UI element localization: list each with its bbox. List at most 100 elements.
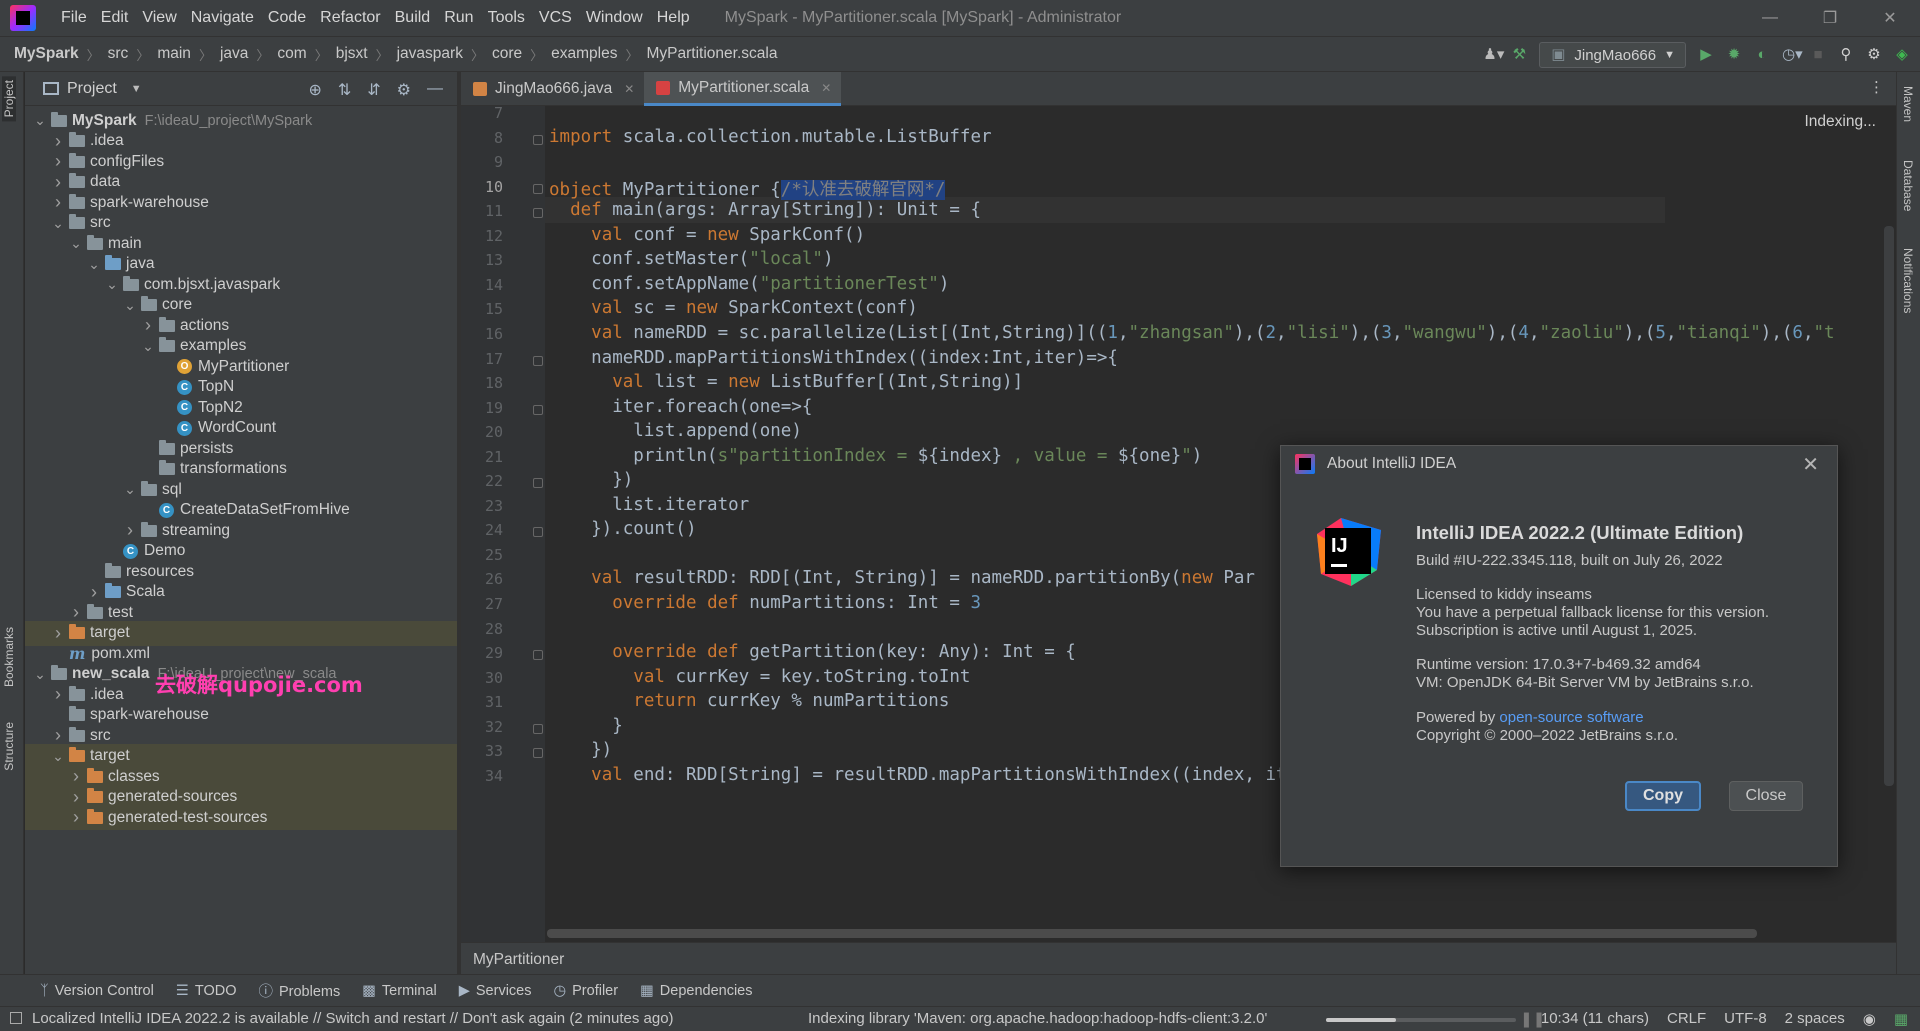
run-icon[interactable]: ▶: [1698, 47, 1714, 63]
breadcrumb-item[interactable]: com: [277, 45, 306, 63]
structure-tool-tab[interactable]: Structure: [2, 722, 16, 771]
collapse-all-icon[interactable]: ⇵: [367, 80, 380, 100]
close-button[interactable]: Close: [1729, 781, 1803, 811]
chevron-down-icon[interactable]: ⌄: [105, 276, 119, 293]
menu-view[interactable]: View: [135, 9, 183, 27]
breadcrumb-item[interactable]: javaspark: [397, 45, 463, 63]
chevron-down-icon[interactable]: ⌄: [69, 235, 83, 252]
run-configuration-select[interactable]: ▣ JingMao666 ▼: [1539, 42, 1686, 68]
stop-icon[interactable]: ■: [1810, 47, 1826, 63]
chevron-down-icon[interactable]: ⌄: [123, 481, 137, 498]
menu-refactor[interactable]: Refactor: [313, 9, 387, 27]
line-separator[interactable]: CRLF: [1667, 1010, 1706, 1028]
menu-window[interactable]: Window: [579, 9, 650, 27]
indent-setting[interactable]: 2 spaces: [1785, 1010, 1845, 1028]
profiler-tool[interactable]: ◷ Profiler: [553, 983, 618, 999]
update-notice[interactable]: Localized IntelliJ IDEA 2022.2 is availa…: [10, 1010, 674, 1027]
notifications-tool-tab[interactable]: Notifications: [1901, 248, 1915, 313]
coverage-icon[interactable]: ◐: [1754, 47, 1770, 63]
tree-item[interactable]: › generated-test-sources: [25, 805, 457, 830]
chevron-right-icon[interactable]: ›: [69, 807, 83, 828]
tab-mypartitioner-scala[interactable]: MyPartitioner.scala ✕: [644, 72, 842, 106]
fold-marker-icon[interactable]: [533, 355, 543, 366]
fold-marker-icon[interactable]: [533, 404, 543, 415]
chevron-down-icon[interactable]: ⌄: [141, 338, 155, 355]
close-icon[interactable]: ✕: [1802, 452, 1819, 477]
editor-breadcrumb[interactable]: MyPartitioner: [461, 942, 1896, 974]
chevron-down-icon[interactable]: ⌄: [87, 256, 101, 273]
fold-marker-icon[interactable]: [533, 134, 543, 145]
indexing-status[interactable]: Indexing library 'Maven: org.apache.hado…: [808, 1010, 1267, 1027]
database-tool-tab[interactable]: Database: [1901, 160, 1915, 211]
more-icon[interactable]: ⋮: [1869, 78, 1884, 96]
menu-code[interactable]: Code: [261, 9, 313, 27]
close-window-icon[interactable]: ✕: [1860, 0, 1920, 36]
chevron-down-icon[interactable]: ⌄: [33, 666, 47, 683]
chevron-down-icon[interactable]: ⌄: [51, 215, 65, 232]
fold-marker-icon[interactable]: [533, 208, 543, 219]
breadcrumb-item[interactable]: java: [220, 45, 248, 63]
dependencies-tool[interactable]: ▦ Dependencies: [640, 983, 752, 999]
version-control-tool[interactable]: ᛉ Version Control: [40, 983, 154, 999]
build-hammer-icon[interactable]: ⚒: [1511, 47, 1527, 63]
bookmarks-tool-tab[interactable]: Bookmarks: [2, 627, 16, 687]
fold-marker-icon[interactable]: [533, 478, 543, 489]
close-icon[interactable]: ✕: [821, 81, 831, 95]
memory-icon[interactable]: ▦: [1894, 1010, 1908, 1028]
package-icon: [141, 480, 157, 496]
fold-marker-icon[interactable]: [533, 527, 543, 538]
menu-file[interactable]: File: [54, 9, 94, 27]
breadcrumb-separator: 〉: [136, 47, 150, 63]
profile-icon[interactable]: ◷▾: [1782, 47, 1803, 63]
gear-icon[interactable]: ⚙: [1866, 47, 1882, 63]
gear-icon[interactable]: ⚙: [397, 80, 411, 100]
menu-tools[interactable]: Tools: [481, 9, 532, 27]
breadcrumb-item[interactable]: src: [108, 45, 129, 63]
menu-help[interactable]: Help: [650, 9, 697, 27]
caret-position[interactable]: 10:34 (11 chars): [1541, 1010, 1649, 1028]
file-encoding[interactable]: UTF-8: [1724, 1010, 1767, 1028]
fold-marker-icon[interactable]: [533, 723, 543, 734]
breadcrumb-item[interactable]: examples: [551, 45, 617, 63]
hide-icon[interactable]: —: [427, 80, 443, 100]
terminal-tool[interactable]: ▩ Terminal: [362, 983, 437, 999]
vertical-scrollbar[interactable]: [1884, 226, 1894, 786]
lock-icon[interactable]: ◉: [1863, 1010, 1876, 1028]
horizontal-scrollbar[interactable]: [547, 929, 1757, 938]
open-source-link[interactable]: open-source software: [1499, 709, 1643, 726]
user-icon[interactable]: ♟▾: [1483, 47, 1504, 63]
fold-marker-icon[interactable]: [533, 650, 543, 661]
menu-navigate[interactable]: Navigate: [184, 9, 261, 27]
services-tool[interactable]: ▶ Services: [459, 983, 532, 999]
menu-run[interactable]: Run: [437, 9, 480, 27]
tab-jingmao666-java[interactable]: JingMao666.java ✕: [461, 72, 644, 106]
chevron-down-icon[interactable]: ⌄: [123, 297, 137, 314]
debug-icon[interactable]: ✹: [1726, 47, 1742, 63]
project-panel-title[interactable]: Project: [67, 80, 117, 98]
menu-edit[interactable]: Edit: [94, 9, 136, 27]
chevron-down-icon[interactable]: ⌄: [33, 112, 47, 129]
menu-vcs[interactable]: VCS: [532, 9, 579, 27]
minimize-icon[interactable]: —: [1740, 0, 1800, 36]
fold-marker-icon[interactable]: [533, 183, 543, 194]
toolbox-icon[interactable]: ◈: [1894, 47, 1910, 63]
problems-tool[interactable]: ⓘ Problems: [258, 980, 340, 1001]
locate-icon[interactable]: ⊕: [308, 80, 321, 100]
breadcrumb-item[interactable]: MySpark: [14, 45, 79, 63]
maven-tool-tab[interactable]: Maven: [1901, 86, 1915, 122]
copy-button[interactable]: Copy: [1625, 781, 1701, 811]
breadcrumb-item[interactable]: core: [492, 45, 522, 63]
chevron-down-icon[interactable]: ⌄: [51, 748, 65, 765]
search-icon[interactable]: ⚲: [1838, 47, 1854, 63]
menu-build[interactable]: Build: [388, 9, 438, 27]
breadcrumb-item[interactable]: main: [157, 45, 191, 63]
close-icon[interactable]: ✕: [624, 82, 634, 96]
project-tool-tab[interactable]: Project: [2, 76, 16, 122]
expand-all-icon[interactable]: ⇅: [338, 80, 351, 100]
todo-tool[interactable]: ☰ TODO: [176, 983, 237, 999]
breadcrumb-item[interactable]: MyPartitioner.scala: [647, 45, 778, 63]
chevron-down-icon[interactable]: ▼: [131, 83, 142, 95]
restore-icon[interactable]: ❐: [1800, 0, 1860, 36]
breadcrumb-item[interactable]: bjsxt: [336, 45, 368, 63]
fold-marker-icon[interactable]: [533, 748, 543, 759]
